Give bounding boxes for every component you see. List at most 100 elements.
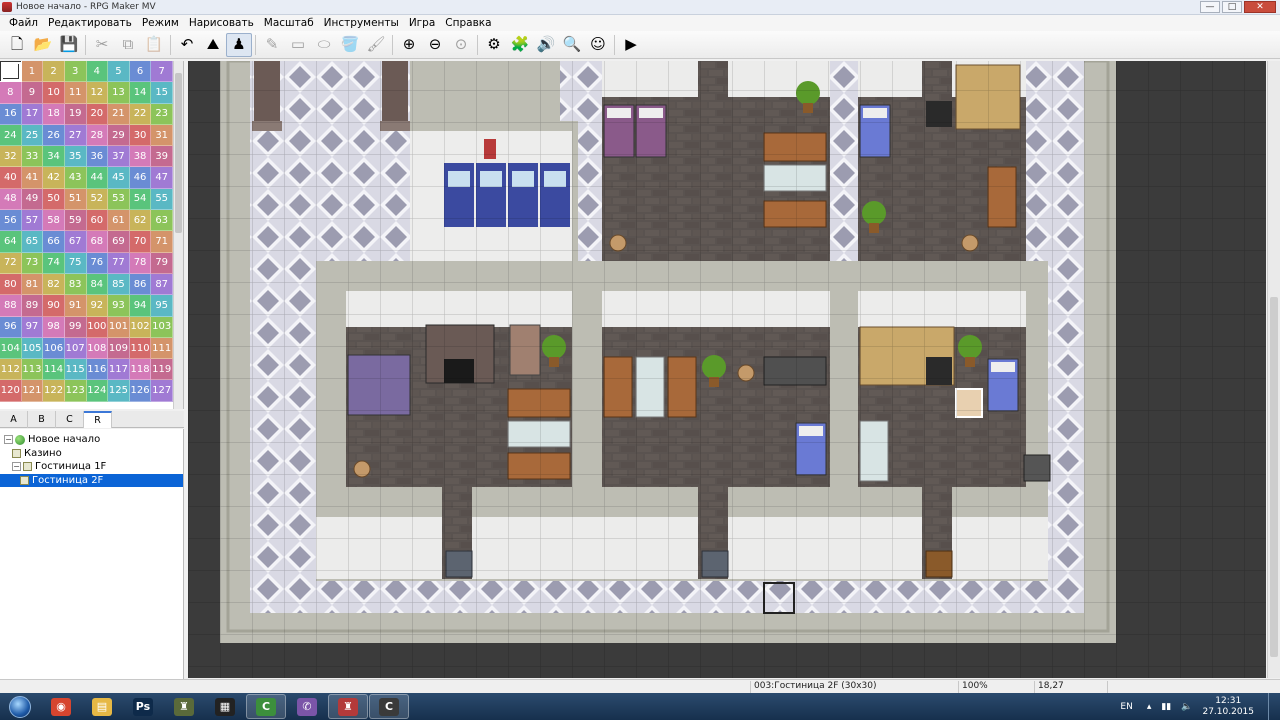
region-id-cell[interactable]: 30	[129, 124, 152, 147]
region-id-cell[interactable]: 86	[129, 273, 152, 296]
video-editor-taskbar-button[interactable]: ▦	[205, 694, 245, 719]
region-id-cell[interactable]: 111	[151, 337, 173, 360]
maximize-button[interactable]: □	[1222, 1, 1242, 13]
new-project-icon[interactable]: 🗋	[4, 33, 30, 57]
region-id-cell[interactable]: 28	[86, 124, 109, 147]
event-mode-icon[interactable]: ♟	[226, 32, 252, 57]
region-id-cell[interactable]: 106	[43, 337, 65, 360]
region-id-cell[interactable]: 105	[21, 337, 44, 360]
character-generator-icon[interactable]: ☺	[585, 33, 611, 57]
region-id-cell[interactable]: 9	[21, 82, 44, 104]
pencil-icon[interactable]: ✎	[259, 33, 285, 57]
region-id-cell[interactable]: 52	[86, 188, 109, 211]
map-tree-node[interactable]: Гостиница 2F	[0, 473, 183, 487]
region-id-cell[interactable]: 53	[108, 188, 130, 211]
region-id-cell[interactable]: 23	[151, 103, 173, 125]
language-indicator[interactable]: EN	[1120, 702, 1132, 712]
region-id-cell[interactable]: 73	[21, 252, 44, 274]
region-id-cell[interactable]: 82	[43, 273, 65, 296]
camtasia-taskbar-button[interactable]: C	[246, 694, 286, 719]
region-id-cell[interactable]: 31	[151, 124, 173, 147]
region-id-cell[interactable]: 102	[129, 316, 152, 338]
region-id-cell[interactable]: 14	[129, 82, 152, 104]
volume-icon[interactable]: 🔈	[1181, 702, 1192, 712]
region-id-cell[interactable]: 25	[21, 124, 44, 147]
region-id-cell[interactable]: 56	[0, 210, 22, 232]
region-id-cell[interactable]: 100	[86, 316, 109, 338]
region-id-cell[interactable]: 46	[129, 167, 152, 189]
chrome-taskbar-button[interactable]: ◉	[41, 694, 81, 719]
region-id-cell[interactable]: 83	[64, 273, 87, 296]
region-id-cell[interactable]: 7	[151, 61, 173, 83]
region-id-cell[interactable]: 123	[64, 380, 87, 402]
menu-tools[interactable]: Инструменты	[319, 17, 404, 29]
region-id-cell[interactable]: 26	[43, 124, 65, 147]
copy-icon[interactable]: ⧉	[115, 33, 141, 57]
region-id-cell[interactable]: 70	[129, 231, 152, 253]
menu-game[interactable]: Игра	[404, 17, 440, 29]
map-tree-node[interactable]: Казино	[0, 447, 183, 461]
region-id-cell[interactable]: 4	[86, 61, 109, 83]
menu-scale[interactable]: Масштаб	[259, 17, 319, 29]
region-id-cell[interactable]: 19	[64, 103, 87, 125]
region-id-cell[interactable]: 49	[21, 188, 44, 211]
region-id-cell[interactable]: 127	[151, 380, 173, 402]
viber-taskbar-button[interactable]: ✆	[287, 694, 327, 719]
network-icon[interactable]: ▮▮	[1161, 702, 1171, 712]
menu-edit[interactable]: Редактировать	[43, 17, 137, 29]
region-id-cell[interactable]: 104	[0, 337, 22, 360]
region-id-cell[interactable]: 118	[129, 359, 152, 381]
photoshop-taskbar-button[interactable]: Ps	[123, 694, 163, 719]
menu-mode[interactable]: Режим	[137, 17, 184, 29]
fill-icon[interactable]: 🪣	[337, 33, 363, 57]
save-project-icon[interactable]: 💾	[56, 33, 82, 57]
region-id-cell[interactable]: 37	[108, 146, 130, 168]
region-id-cell[interactable]: 109	[108, 337, 130, 360]
region-id-cell[interactable]: 98	[43, 316, 65, 338]
rectangle-icon[interactable]: ▭	[285, 33, 311, 57]
region-id-cell[interactable]: 38	[129, 146, 152, 168]
region-id-cell[interactable]: 60	[86, 210, 109, 232]
open-project-icon[interactable]: 📂	[30, 33, 56, 57]
playtest-icon[interactable]: ▶	[618, 33, 644, 57]
region-id-cell[interactable]: 20	[86, 103, 109, 125]
region-id-cell[interactable]: 16	[0, 103, 22, 125]
region-id-cell[interactable]: 99	[64, 316, 87, 338]
region-id-cell[interactable]: 17	[21, 103, 44, 125]
region-id-cell[interactable]: 84	[86, 273, 109, 296]
zoom-out-icon[interactable]: ⊖	[422, 33, 448, 57]
region-id-cell[interactable]: 115	[64, 359, 87, 381]
region-id-cell[interactable]: 41	[21, 167, 44, 189]
region-id-cell[interactable]: 81	[21, 273, 44, 296]
explorer-taskbar-button[interactable]: ▤	[82, 694, 122, 719]
region-id-cell[interactable]: 50	[43, 188, 65, 211]
undo-icon[interactable]: ↶	[174, 33, 200, 57]
region-id-cell[interactable]: 103	[151, 316, 173, 338]
event-search-icon[interactable]: 🔍	[559, 33, 585, 57]
paste-icon[interactable]: 📋	[141, 33, 167, 57]
map-tree-node[interactable]: − Гостиница 1F	[0, 460, 183, 474]
tab-b[interactable]: B	[28, 411, 56, 428]
region-id-cell[interactable]: 97	[21, 316, 44, 338]
region-id-cell[interactable]: 40	[0, 167, 22, 189]
region-id-cell[interactable]: 68	[86, 231, 109, 253]
region-id-cell[interactable]: 44	[86, 167, 109, 189]
cut-icon[interactable]: ✂	[89, 33, 115, 57]
region-id-cell[interactable]: 76	[86, 252, 109, 274]
map-vertical-scrollbar[interactable]	[1267, 61, 1280, 678]
tree-expander-icon[interactable]: −	[12, 462, 21, 472]
rpgmaker-mv-taskbar-button[interactable]: ♜	[328, 694, 368, 719]
region-id-cell[interactable]: 33	[21, 146, 44, 168]
minimize-button[interactable]: —	[1200, 1, 1220, 13]
actual-size-icon[interactable]: ⊙	[448, 33, 474, 57]
region-id-cell[interactable]: 119	[151, 359, 173, 381]
region-id-cell[interactable]: 11	[64, 82, 87, 104]
region-id-cell[interactable]: 6	[129, 61, 152, 83]
region-id-cell[interactable]: 48	[0, 188, 22, 211]
hotel-2f-map[interactable]	[188, 61, 1266, 678]
region-id-cell[interactable]: 69	[108, 231, 130, 253]
region-id-cell[interactable]: 22	[129, 103, 152, 125]
region-id-cell[interactable]: 122	[43, 380, 65, 402]
region-id-cell[interactable]: 67	[64, 231, 87, 253]
region-id-cell[interactable]: 80	[0, 273, 22, 296]
